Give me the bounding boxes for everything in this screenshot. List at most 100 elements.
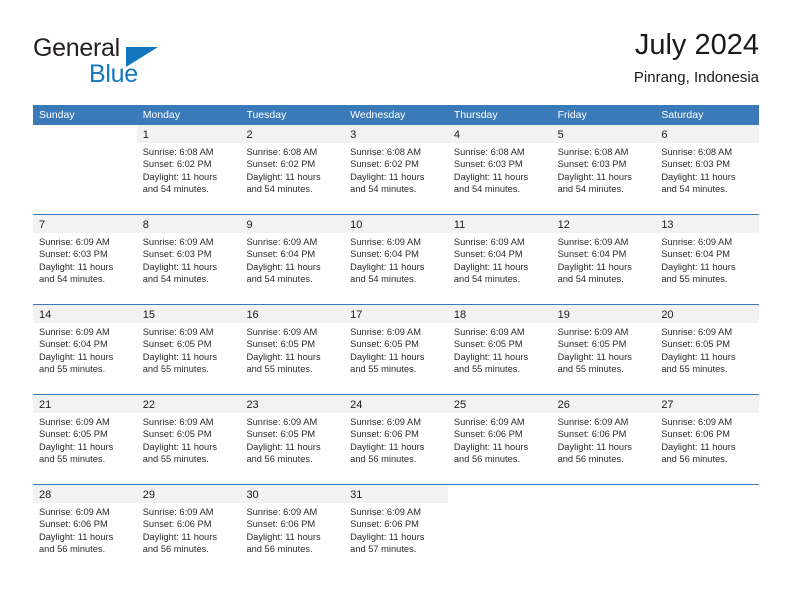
sunset-text: Sunset: 6:06 PM bbox=[142, 519, 212, 530]
calendar-day-cell[interactable]: 16 Sunrise: 6:09 AM Sunset: 6:05 PM Dayligh… bbox=[240, 305, 345, 394]
calendar-day-cell[interactable]: 11 Sunrise: 6:09 AM Sunset: 6:04 PM Dayligh… bbox=[447, 215, 552, 304]
daylight-text-line1: Daylight: 11 hours bbox=[661, 441, 736, 452]
page-header: General Blue July 2024 Pinrang, Indonesi… bbox=[33, 28, 759, 96]
sunrise-text: Sunrise: 6:09 AM bbox=[661, 327, 733, 337]
day-sun-info: Sunrise: 6:08 AM Sunset: 6:02 PM Daylight:… bbox=[137, 143, 241, 195]
day-number: 13 bbox=[661, 219, 674, 231]
sunrise-text: Sunrise: 6:09 AM bbox=[39, 417, 110, 427]
sunset-text: Sunset: 6:04 PM bbox=[557, 249, 627, 260]
calendar-day-cell[interactable]: 28 Sunrise: 6:09 AM Sunset: 6:06 PM Dayligh… bbox=[33, 485, 137, 574]
calendar-day-cell[interactable]: 19 Sunrise: 6:09 AM Sunset: 6:05 PM Dayligh… bbox=[551, 305, 656, 394]
sunrise-text: Sunrise: 6:09 AM bbox=[39, 237, 110, 247]
day-number bbox=[448, 489, 454, 501]
calendar-day-cell-empty bbox=[448, 485, 552, 574]
calendar-day-cell[interactable]: 25 Sunrise: 6:09 AM Sunset: 6:06 PM Dayligh… bbox=[447, 395, 552, 484]
daylight-text-line2: and 54 minutes. bbox=[453, 273, 521, 284]
daylight-text-line2: and 56 minutes. bbox=[142, 543, 209, 554]
day-number-band bbox=[33, 125, 137, 143]
day-sun-info: Sunrise: 6:09 AM Sunset: 6:05 PM Daylight:… bbox=[448, 323, 552, 375]
title-block: July 2024 Pinrang, Indonesia bbox=[634, 28, 759, 88]
calendar-day-cell[interactable]: 7 Sunrise: 6:09 AM Sunset: 6:03 PM Daylight… bbox=[33, 215, 137, 304]
calendar-day-cell[interactable]: 14 Sunrise: 6:09 AM Sunset: 6:04 PM Dayligh… bbox=[33, 305, 137, 394]
day-sun-info: Sunrise: 6:08 AM Sunset: 6:03 PM Daylight:… bbox=[448, 143, 552, 195]
day-number-band: 19 bbox=[551, 305, 656, 323]
day-sun-info: Sunrise: 6:09 AM Sunset: 6:05 PM Daylight:… bbox=[344, 323, 448, 375]
day-number: 8 bbox=[142, 219, 149, 231]
calendar-day-cell[interactable]: 10 Sunrise: 6:09 AM Sunset: 6:04 PM Dayligh… bbox=[344, 215, 448, 304]
day-number: 10 bbox=[350, 219, 363, 231]
day-number-band: 4 bbox=[447, 125, 552, 143]
calendar-day-cell[interactable]: 26 Sunrise: 6:09 AM Sunset: 6:06 PM Dayligh… bbox=[551, 395, 656, 484]
calendar-day-cell[interactable]: 15 Sunrise: 6:09 AM Sunset: 6:05 PM Dayligh… bbox=[136, 305, 241, 394]
day-number-band: 9 bbox=[240, 215, 345, 233]
day-number: 1 bbox=[142, 129, 149, 141]
calendar-day-cell[interactable]: 27 Sunrise: 6:09 AM Sunset: 6:06 PM Dayligh… bbox=[655, 395, 760, 484]
daylight-text-line1: Daylight: 11 hours bbox=[142, 171, 217, 182]
sunrise-text: Sunrise: 6:09 AM bbox=[350, 237, 421, 247]
day-sun-info: Sunrise: 6:09 AM Sunset: 6:06 PM Daylight:… bbox=[448, 413, 552, 465]
generalblue-logo[interactable]: General Blue bbox=[33, 34, 213, 88]
calendar-day-cell[interactable]: 13 Sunrise: 6:09 AM Sunset: 6:04 PM Dayligh… bbox=[655, 215, 760, 304]
calendar-day-cell[interactable]: 18 Sunrise: 6:09 AM Sunset: 6:05 PM Dayligh… bbox=[447, 305, 552, 394]
sunrise-text: Sunrise: 6:09 AM bbox=[350, 327, 421, 337]
calendar-day-cell-empty bbox=[655, 485, 759, 574]
sunrise-text: Sunrise: 6:08 AM bbox=[557, 147, 629, 157]
day-number-band: 29 bbox=[136, 485, 241, 503]
daylight-text-line2: and 55 minutes. bbox=[557, 363, 624, 374]
day-number: 14 bbox=[39, 309, 52, 321]
calendar-day-cell[interactable]: 1 Sunrise: 6:08 AM Sunset: 6:02 PM Daylight… bbox=[136, 125, 241, 214]
sunset-text: Sunset: 6:05 PM bbox=[453, 339, 523, 350]
day-number-band: 25 bbox=[447, 395, 552, 413]
calendar-day-cell[interactable]: 31 Sunrise: 6:09 AM Sunset: 6:06 PM Dayligh… bbox=[344, 485, 448, 574]
daylight-text-line2: and 54 minutes. bbox=[557, 273, 624, 284]
calendar-day-cell[interactable]: 20 Sunrise: 6:09 AM Sunset: 6:05 PM Dayligh… bbox=[655, 305, 760, 394]
daylight-text-line2: and 54 minutes. bbox=[661, 183, 728, 194]
calendar-day-cell[interactable]: 17 Sunrise: 6:09 AM Sunset: 6:05 PM Dayligh… bbox=[344, 305, 448, 394]
calendar-week-row: 1 Sunrise: 6:08 AM Sunset: 6:02 PM Daylight… bbox=[33, 125, 760, 214]
sunrise-text: Sunrise: 6:09 AM bbox=[142, 327, 214, 337]
daylight-text-line1: Daylight: 11 hours bbox=[246, 441, 321, 452]
day-number: 3 bbox=[350, 129, 357, 141]
sunrise-text: Sunrise: 6:09 AM bbox=[246, 417, 318, 427]
sunrise-text: Sunrise: 6:09 AM bbox=[557, 327, 629, 337]
sunset-text: Sunset: 6:03 PM bbox=[453, 159, 523, 170]
day-sun-info: Sunrise: 6:09 AM Sunset: 6:03 PM Daylight:… bbox=[33, 233, 137, 285]
day-number: 2 bbox=[246, 129, 253, 141]
calendar-day-cell[interactable]: 21 Sunrise: 6:09 AM Sunset: 6:05 PM Dayligh… bbox=[33, 395, 137, 484]
day-number-band: 30 bbox=[240, 485, 345, 503]
calendar-day-cell[interactable]: 6 Sunrise: 6:08 AM Sunset: 6:03 PM Daylight… bbox=[655, 125, 760, 214]
calendar-day-cell[interactable]: 23 Sunrise: 6:09 AM Sunset: 6:05 PM Dayligh… bbox=[240, 395, 345, 484]
daylight-text-line1: Daylight: 11 hours bbox=[557, 441, 632, 452]
sunrise-text: Sunrise: 6:09 AM bbox=[557, 237, 629, 247]
calendar-day-cell[interactable]: 3 Sunrise: 6:08 AM Sunset: 6:02 PM Daylight… bbox=[344, 125, 448, 214]
calendar-day-cell[interactable]: 9 Sunrise: 6:09 AM Sunset: 6:04 PM Daylight… bbox=[240, 215, 345, 304]
calendar-day-cell[interactable]: 30 Sunrise: 6:09 AM Sunset: 6:06 PM Dayligh… bbox=[240, 485, 345, 574]
daylight-text-line1: Daylight: 11 hours bbox=[39, 351, 114, 362]
calendar-day-cell[interactable]: 22 Sunrise: 6:09 AM Sunset: 6:05 PM Dayligh… bbox=[136, 395, 241, 484]
daylight-text-line2: and 55 minutes. bbox=[246, 363, 313, 374]
daylight-text-line1: Daylight: 11 hours bbox=[39, 531, 114, 542]
daylight-text-line1: Daylight: 11 hours bbox=[246, 531, 321, 542]
day-number: 29 bbox=[142, 489, 155, 501]
day-sun-info: Sunrise: 6:08 AM Sunset: 6:02 PM Daylight:… bbox=[240, 143, 344, 195]
day-sun-info: Sunrise: 6:09 AM Sunset: 6:04 PM Daylight:… bbox=[655, 233, 759, 285]
sunset-text: Sunset: 6:05 PM bbox=[661, 339, 731, 350]
day-number: 16 bbox=[246, 309, 259, 321]
calendar-day-cell[interactable]: 5 Sunrise: 6:08 AM Sunset: 6:03 PM Daylight… bbox=[551, 125, 656, 214]
weekday-header-wednesday: Wednesday bbox=[350, 109, 406, 121]
calendar-week-row: 21 Sunrise: 6:09 AM Sunset: 6:05 PM Dayligh… bbox=[33, 394, 760, 484]
calendar-day-cell[interactable]: 2 Sunrise: 6:08 AM Sunset: 6:02 PM Daylight… bbox=[240, 125, 345, 214]
calendar-day-cell[interactable]: 29 Sunrise: 6:09 AM Sunset: 6:06 PM Dayligh… bbox=[136, 485, 241, 574]
calendar-day-cell[interactable]: 24 Sunrise: 6:09 AM Sunset: 6:06 PM Dayligh… bbox=[344, 395, 448, 484]
day-number: 27 bbox=[661, 399, 674, 411]
daylight-text-line2: and 55 minutes. bbox=[350, 363, 417, 374]
day-sun-info: Sunrise: 6:09 AM Sunset: 6:06 PM Daylight:… bbox=[344, 413, 448, 465]
calendar-day-cell[interactable]: 4 Sunrise: 6:08 AM Sunset: 6:03 PM Daylight… bbox=[447, 125, 552, 214]
daylight-text-line1: Daylight: 11 hours bbox=[453, 261, 529, 272]
sunset-text: Sunset: 6:04 PM bbox=[39, 339, 108, 350]
calendar-day-cell[interactable]: 12 Sunrise: 6:09 AM Sunset: 6:04 PM Dayligh… bbox=[551, 215, 656, 304]
sunset-text: Sunset: 6:05 PM bbox=[557, 339, 627, 350]
calendar-day-cell[interactable]: 8 Sunrise: 6:09 AM Sunset: 6:03 PM Daylight… bbox=[136, 215, 241, 304]
daylight-text-line2: and 55 minutes. bbox=[661, 363, 728, 374]
sunrise-text: Sunrise: 6:09 AM bbox=[557, 417, 629, 427]
